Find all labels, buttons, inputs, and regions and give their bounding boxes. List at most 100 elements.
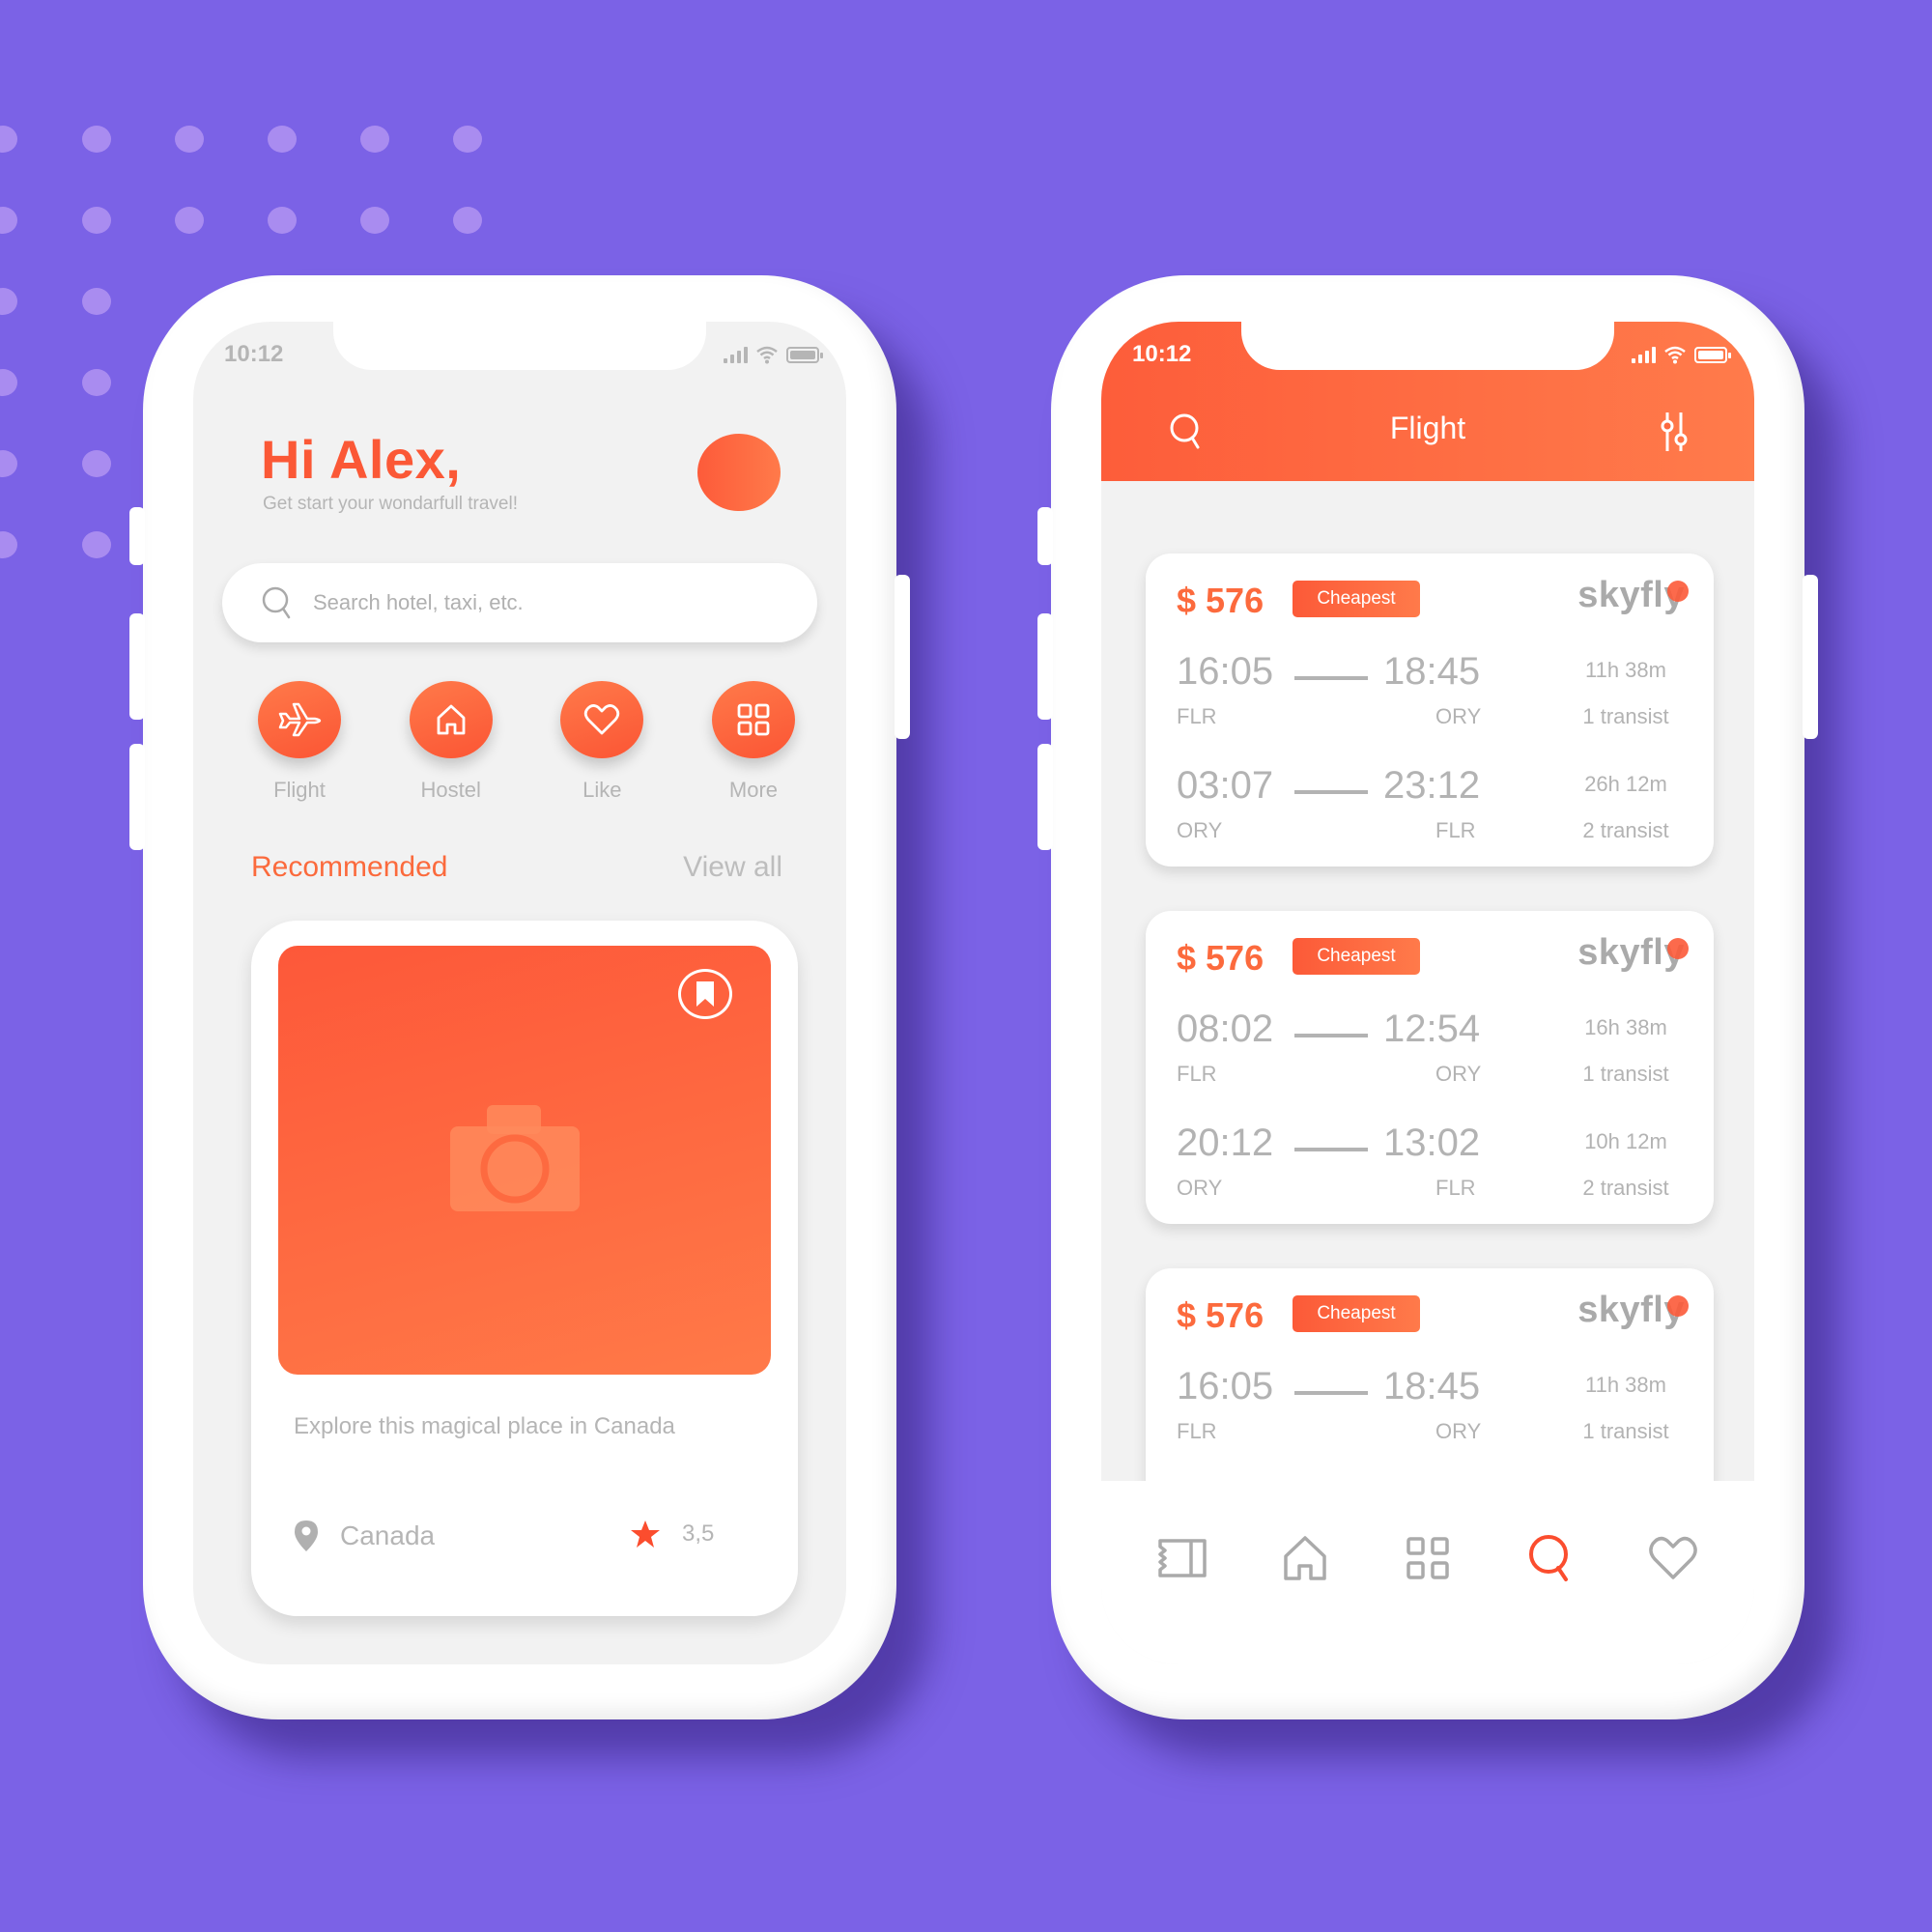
avatar[interactable] bbox=[697, 434, 781, 511]
nav-search-active[interactable] bbox=[1521, 1529, 1579, 1587]
departure-time: 16:05 bbox=[1177, 1365, 1274, 1407]
background-dot bbox=[175, 207, 204, 234]
flight-card[interactable]: $ 576 Cheapest skyfly 08:02 12:54 FLR OR… bbox=[1146, 911, 1714, 1224]
transit-count: 2 transist bbox=[1582, 818, 1669, 842]
grid-icon bbox=[1406, 1537, 1449, 1579]
nav-categories[interactable] bbox=[1399, 1529, 1457, 1587]
status-time: 10:12 bbox=[224, 341, 284, 367]
category-flight-button[interactable] bbox=[258, 681, 341, 758]
heart-icon bbox=[1649, 1536, 1698, 1579]
phone-side-button bbox=[1037, 507, 1053, 565]
arrival-time: 18:45 bbox=[1383, 1365, 1481, 1407]
search-bar[interactable] bbox=[222, 563, 817, 642]
flight-duration: 10h 12m bbox=[1584, 1129, 1667, 1153]
departure-time: 20:12 bbox=[1177, 1122, 1274, 1164]
wifi-icon bbox=[756, 346, 778, 364]
flight-duration: 11h 38m bbox=[1585, 658, 1666, 682]
flight-card[interactable]: $ 576 Cheapest skyfly 16:05 18:45 FLR OR… bbox=[1146, 554, 1714, 867]
flight-duration: 26h 12m bbox=[1584, 772, 1667, 796]
nav-tickets[interactable] bbox=[1153, 1529, 1211, 1587]
search-input[interactable] bbox=[313, 590, 757, 615]
background-dot bbox=[0, 450, 17, 477]
phone-notch bbox=[333, 322, 706, 370]
category-more[interactable]: More bbox=[705, 681, 802, 803]
phone-side-button bbox=[129, 744, 145, 850]
flight-price: $ 576 bbox=[1177, 938, 1264, 978]
status-icons bbox=[724, 345, 823, 364]
background-dot bbox=[0, 207, 17, 234]
route-line bbox=[1294, 676, 1368, 680]
place-card[interactable]: Explore this magical place in Canada Can… bbox=[251, 921, 798, 1616]
flight-leg: 20:12 13:02 ORY FLR 10h 12m 2 transist bbox=[1177, 1122, 1689, 1208]
category-hostel[interactable]: Hostel bbox=[403, 681, 499, 803]
background-dot bbox=[82, 288, 111, 315]
background-dot bbox=[268, 207, 297, 234]
destination-code: ORY bbox=[1435, 1062, 1482, 1086]
category-row: Flight Hostel Like More bbox=[251, 681, 802, 803]
origin-code: FLR bbox=[1177, 704, 1217, 728]
background-dot bbox=[0, 288, 17, 315]
house-icon bbox=[437, 704, 466, 735]
camera-placeholder-icon bbox=[450, 1105, 580, 1211]
flight-duration: 16h 38m bbox=[1584, 1015, 1667, 1039]
phone-side-button bbox=[895, 575, 910, 739]
home-screen: 10:12 Hi Alex, Get start your wondarfull… bbox=[193, 322, 846, 1664]
place-location-text: Canada bbox=[340, 1520, 436, 1550]
flight-leg: 16:05 18:45 FLR ORY 11h 38m 1 transist bbox=[1177, 650, 1689, 737]
view-all-link[interactable]: View all bbox=[683, 851, 782, 884]
airline-logo-dot bbox=[1667, 581, 1689, 602]
greeting-title: Hi Alex, bbox=[261, 429, 462, 490]
phone-side-button bbox=[1037, 744, 1053, 850]
background-dot bbox=[0, 369, 17, 396]
arrival-time: 13:02 bbox=[1383, 1122, 1481, 1164]
origin-code: FLR bbox=[1177, 1062, 1217, 1086]
signal-icon bbox=[1632, 346, 1656, 363]
nav-home[interactable] bbox=[1276, 1529, 1334, 1587]
destination-code: ORY bbox=[1435, 1419, 1482, 1443]
route-line bbox=[1294, 1391, 1368, 1395]
destination-code: FLR bbox=[1435, 818, 1476, 842]
ticket-icon bbox=[1157, 1539, 1207, 1577]
nav-favorites[interactable] bbox=[1644, 1529, 1702, 1587]
flight-list: $ 576 Cheapest skyfly 16:05 18:45 FLR OR… bbox=[1146, 554, 1714, 1626]
route-line bbox=[1294, 1034, 1368, 1037]
route-line bbox=[1294, 790, 1368, 794]
flight-screen: 10:12 Flight $ 576 Cheapest skyfly 16:05… bbox=[1101, 322, 1754, 1664]
category-like[interactable]: Like bbox=[554, 681, 650, 803]
phone-notch bbox=[1241, 322, 1614, 370]
battery-icon bbox=[1694, 346, 1731, 363]
category-flight[interactable]: Flight bbox=[251, 681, 348, 803]
background-dot bbox=[82, 207, 111, 234]
transit-count: 1 transist bbox=[1582, 704, 1669, 728]
airplane-icon bbox=[278, 702, 322, 737]
arrival-time: 23:12 bbox=[1383, 764, 1481, 807]
filter-button[interactable] bbox=[1660, 411, 1689, 458]
background-dot bbox=[82, 531, 111, 558]
search-icon bbox=[262, 586, 291, 619]
transit-count: 1 transist bbox=[1582, 1419, 1669, 1443]
home-icon bbox=[1284, 1536, 1326, 1580]
airline-logo-dot bbox=[1667, 938, 1689, 959]
place-location: Canada bbox=[294, 1520, 435, 1552]
category-like-button[interactable] bbox=[560, 681, 644, 758]
place-description: Explore this magical place in Canada bbox=[294, 1413, 675, 1439]
background-dot bbox=[82, 369, 111, 396]
bookmark-button[interactable] bbox=[678, 969, 732, 1019]
origin-code: ORY bbox=[1177, 1176, 1223, 1200]
cheapest-badge: Cheapest bbox=[1293, 938, 1420, 975]
background-dot bbox=[453, 207, 482, 234]
background-dot bbox=[453, 126, 482, 153]
recommended-title: Recommended bbox=[251, 851, 448, 883]
recommended-header: Recommended View all bbox=[251, 851, 782, 884]
flight-leg: 16:05 18:45 FLR ORY 11h 38m 1 transist bbox=[1177, 1365, 1689, 1452]
search-icon bbox=[1529, 1535, 1569, 1581]
destination-code: FLR bbox=[1435, 1176, 1476, 1200]
phone-side-button bbox=[1803, 575, 1818, 739]
category-label: Flight bbox=[273, 778, 326, 802]
airline-logo-dot bbox=[1667, 1295, 1689, 1317]
bookmark-icon bbox=[696, 981, 714, 1007]
location-pin-icon bbox=[295, 1520, 318, 1551]
category-more-button[interactable] bbox=[711, 681, 795, 758]
category-hostel-button[interactable] bbox=[409, 681, 493, 758]
background-dot bbox=[268, 126, 297, 153]
